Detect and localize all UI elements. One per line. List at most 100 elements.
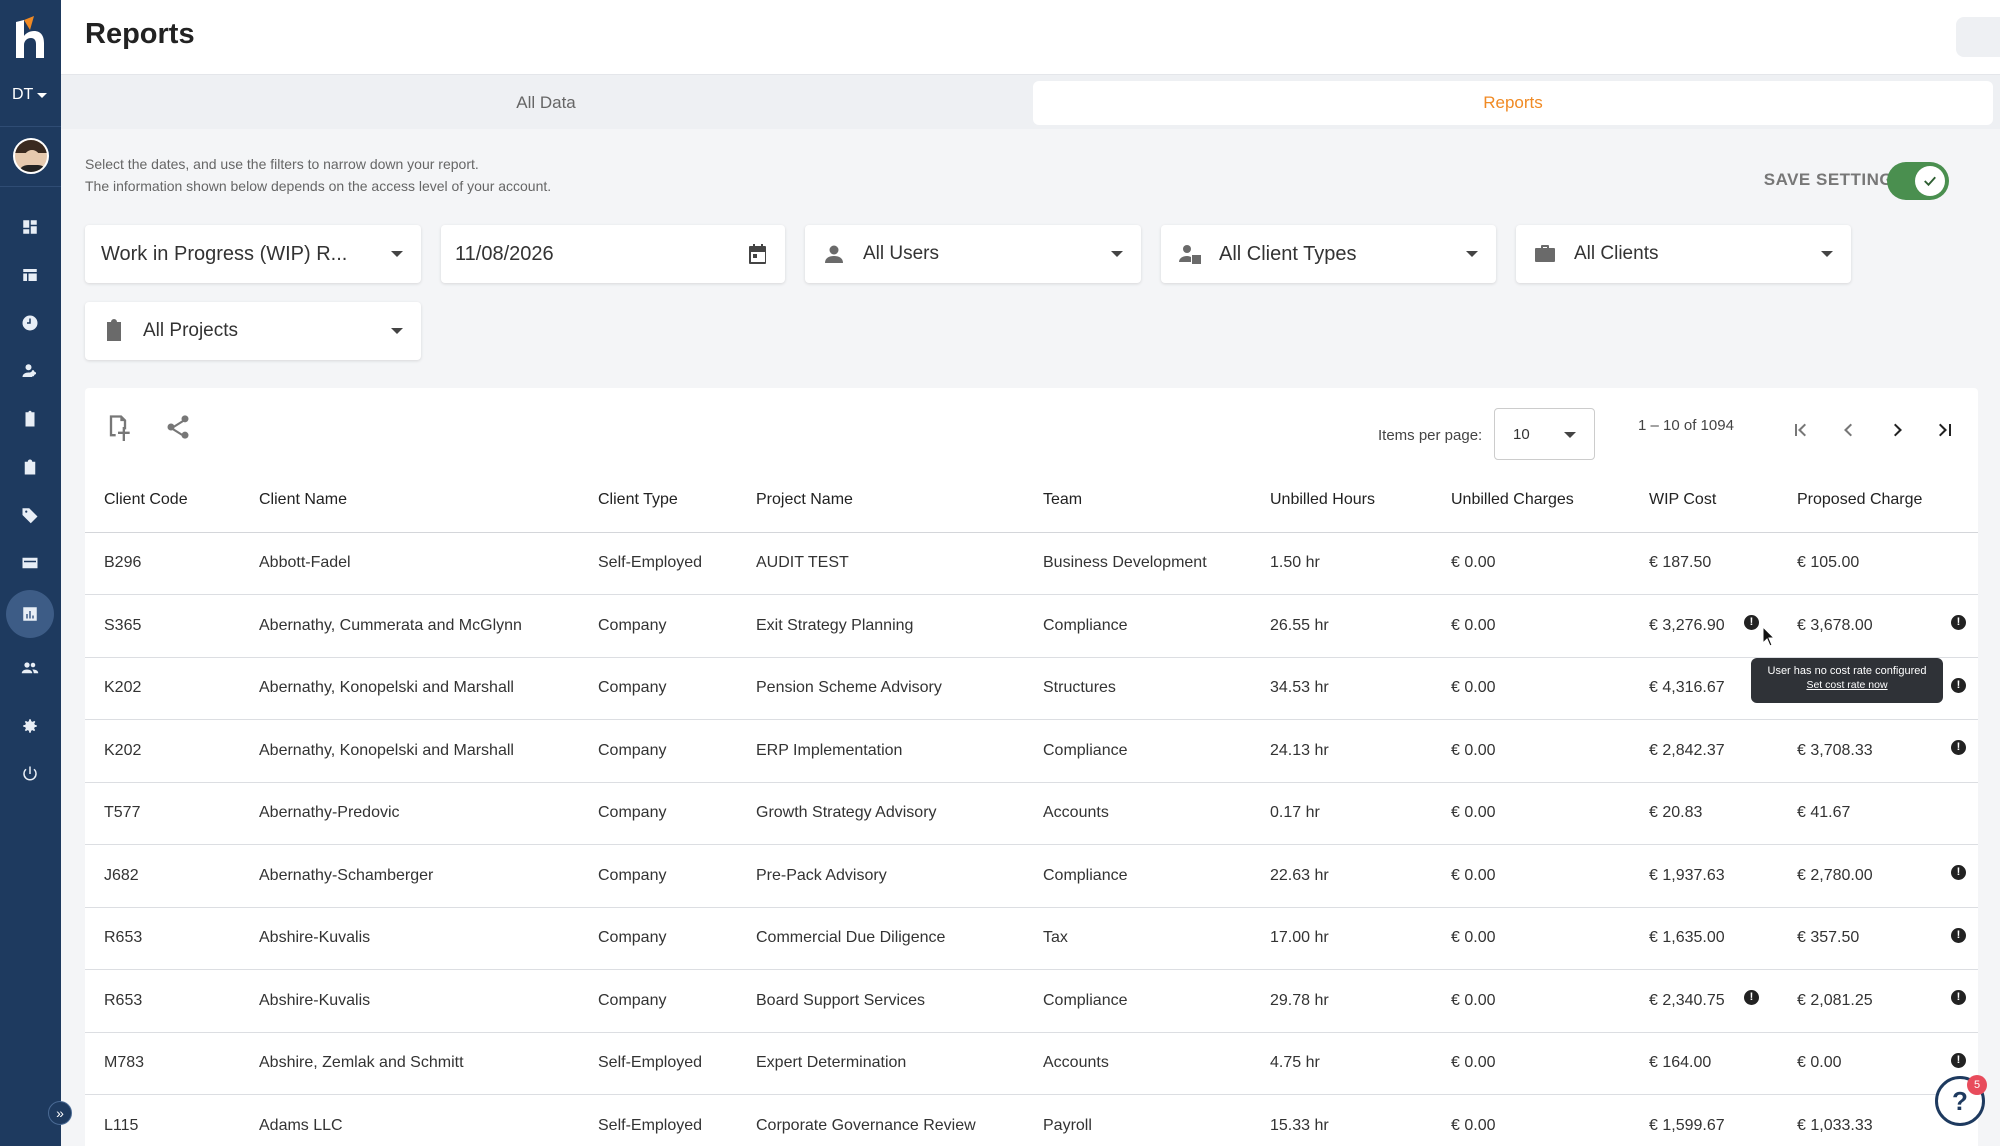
info-alert-icon[interactable]: ! [1951,677,1966,693]
clients-select[interactable]: All Clients [1516,225,1851,283]
last-page-button[interactable] [1931,416,1959,444]
cell-value: M783 [104,1054,145,1072]
column-header[interactable]: Client Name [259,469,598,533]
cell-team: Payroll [1043,1094,1270,1146]
report-type-select[interactable]: Work in Progress (WIP) R... [85,225,421,283]
cost-rate-warning-icon[interactable]: ! [1744,990,1759,1005]
column-header[interactable]: WIP Cost [1649,469,1797,533]
items-per-page-label: Items per page: [1378,427,1483,444]
cell-project: Board Support Services [756,969,1043,1033]
info-alert-icon[interactable]: ! [1951,927,1966,943]
cell-value: € 2,081.25 [1797,991,1873,1009]
cell-value: Structures [1043,679,1116,697]
avatar[interactable] [13,138,49,174]
column-header[interactable]: Unbilled Hours [1270,469,1451,533]
cell-value: Expert Determination [756,1054,907,1072]
save-settings-toggle[interactable] [1887,162,1949,200]
gear-icon[interactable] [20,716,40,736]
tab-all-data[interactable]: All Data [61,81,1031,125]
cell-wip: € 1,599.67 [1649,1094,1797,1146]
next-page-button[interactable] [1883,416,1911,444]
table-row[interactable]: T577 Abernathy-Predovic Company Growth Stra… [85,782,1978,845]
cell-value: Self-Employed [598,1054,703,1072]
column-header[interactable]: Unbilled Charges [1451,469,1649,533]
cell-project: Corporate Governance Review [756,1094,1043,1146]
info-alert-icon[interactable]: ! [1951,615,1966,630]
cell-proposed: € 3,678.00! [1797,594,1978,658]
expand-sidebar-button[interactable]: » [48,1101,72,1125]
table-row[interactable]: J682 Abernathy-Schamberger Company Pre-Pack… [85,844,1978,908]
column-header[interactable]: Project Name [756,469,1043,533]
cost-rate-warning-icon[interactable]: ! [1744,615,1759,630]
team-icon[interactable] [20,658,40,678]
table-row[interactable]: R653 Abshire-Kuvalis Company Commercial Due… [85,907,1978,970]
table-row[interactable]: K202 Abernathy, Konopelski and Marshall Co… [85,657,1978,720]
cell-value: € 0.00 [1451,679,1496,697]
header-action-button[interactable] [1956,17,2000,57]
cell-value: 4.75 hr [1270,1054,1320,1072]
chart-icon[interactable] [20,604,40,624]
clipboard-alt-icon[interactable] [20,457,40,477]
header: Reports [61,0,2000,75]
cell-value: € 1,033.33 [1797,1116,1873,1134]
cell-value: Abernathy-Predovic [259,804,400,822]
set-cost-rate-link[interactable]: Set cost rate now [1751,679,1943,691]
client-types-select[interactable]: All Client Types [1161,225,1496,283]
projects-select[interactable]: All Projects [85,302,421,360]
items-per-page-select[interactable]: 10 [1494,408,1595,460]
cell-value: Abernathy, Konopelski and Marshall [259,741,514,759]
table-row[interactable]: S365 Abernathy, Cummerata and McGlynn Comp… [85,594,1978,658]
cell-value: € 105.00 [1797,554,1860,572]
export-csv-icon[interactable] [103,412,133,442]
cell-wip: € 1,635.00 [1649,907,1797,970]
cell-type: Self-Employed [598,532,756,595]
column-header[interactable]: Client Type [598,469,756,533]
share-icon[interactable] [163,412,193,442]
cell-value: Pre-Pack Advisory [756,866,887,884]
first-page-button[interactable] [1787,416,1815,444]
column-header[interactable]: Proposed Charge [1797,469,1978,533]
cell-proposed: € 3,708.33! [1797,719,1978,783]
column-header[interactable]: Client Code [85,469,259,533]
cell-value: Abshire-Kuvalis [259,929,371,947]
tab-reports[interactable]: Reports [1033,81,1993,125]
cell-team: Business Development [1043,532,1270,595]
users-select[interactable]: All Users [805,225,1141,283]
cell-hours: 4.75 hr [1270,1032,1451,1095]
cell-type: Company [598,657,756,720]
table-row[interactable]: L115 Adams LLC Self-Employed Corporate Gove… [85,1094,1978,1146]
cell-charges: € 0.00 [1451,844,1649,908]
info-alert-icon[interactable]: ! [1951,990,1966,1005]
info-alert-icon[interactable]: ! [1951,740,1966,755]
cell-hours: 1.50 hr [1270,532,1451,595]
workspace-switcher[interactable]: DT [12,86,48,104]
cell-value: € 41.67 [1797,804,1851,822]
table-row[interactable]: M783 Abshire, Zemlak and Schmitt Self-Empl… [85,1032,1978,1095]
power-icon[interactable] [20,764,40,784]
cell-type: Company [598,844,756,908]
user-manage-icon[interactable] [20,361,40,381]
date-field[interactable]: 11/08/2026 [441,225,785,283]
cell-project: Exit Strategy Planning [756,594,1043,658]
clock-icon[interactable] [20,313,40,333]
table-icon[interactable] [20,265,40,285]
clipboard-icon[interactable] [20,409,40,429]
cell-value: € 3,276.90 [1649,616,1725,634]
calendar-icon[interactable] [745,241,771,267]
cell-value: Board Support Services [756,991,925,1009]
column-header[interactable]: Team [1043,469,1270,533]
briefcase-icon [1532,241,1558,267]
dashboard-icon[interactable] [20,217,40,237]
table-row[interactable]: K202 Abernathy, Konopelski and Marshall Co… [85,719,1978,783]
info-alert-icon[interactable]: ! [1951,865,1966,880]
previous-page-button[interactable] [1835,416,1863,444]
info-alert-icon[interactable]: ! [1951,1052,1966,1068]
tag-icon[interactable] [20,505,40,525]
table-row[interactable]: B296 Abbott-Fadel Self-Employed AUDIT TEST B… [85,532,1978,595]
cell-type: Company [598,594,756,658]
app-logo[interactable] [8,16,54,62]
cell-charges: € 0.00 [1451,969,1649,1033]
card-icon[interactable] [20,553,40,573]
info-text: Select the dates, and use the filters to… [85,153,551,197]
table-row[interactable]: R653 Abshire-Kuvalis Company Board Support … [85,969,1978,1033]
